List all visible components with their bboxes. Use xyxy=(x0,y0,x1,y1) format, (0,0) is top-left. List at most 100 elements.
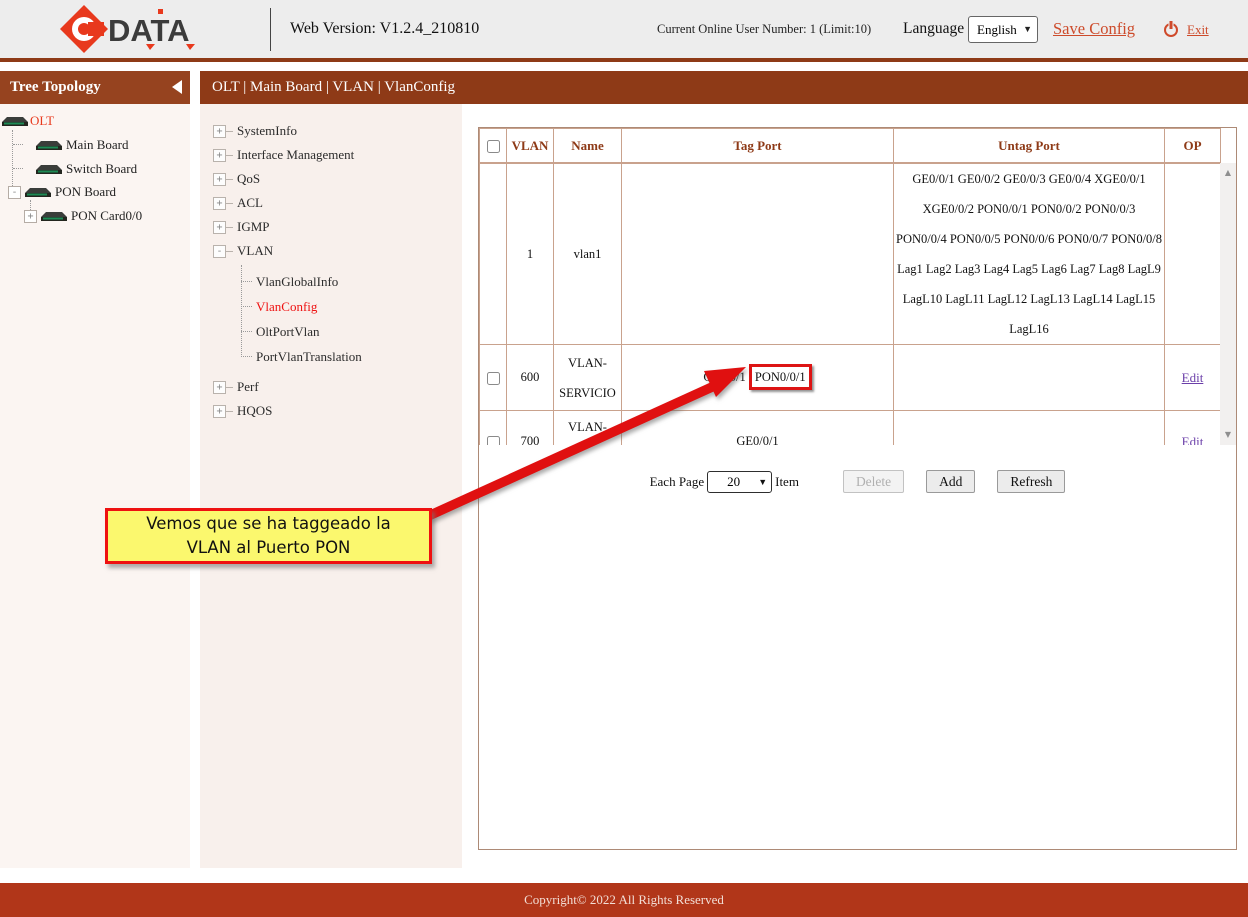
device-icon xyxy=(41,210,67,223)
tree-item-label: Main Board xyxy=(66,137,128,153)
menu-item-vlanconfig[interactable]: VlanConfig xyxy=(241,294,462,319)
footer-bar: Copyright© 2022 All Rights Reserved xyxy=(0,883,1248,917)
tree-item-olt[interactable]: OLT xyxy=(2,113,54,129)
menu-item-portvlantranslation[interactable]: PortVlanTranslation xyxy=(241,344,462,369)
tag-port-cell xyxy=(622,164,894,345)
page-size-select[interactable]: 20 xyxy=(707,471,772,493)
exit-link[interactable]: Exit xyxy=(1187,0,1209,58)
menu-item-vlan[interactable]: - VLAN xyxy=(200,239,462,263)
tree-item-pon-board[interactable]: - PON Board xyxy=(8,184,116,200)
expander-plus-icon[interactable]: + xyxy=(213,405,226,418)
annotation-note-line2: VLAN al Puerto PON xyxy=(108,536,429,560)
tree-item-label: OLT xyxy=(30,113,54,129)
expander-minus-icon[interactable]: - xyxy=(213,245,226,258)
tree-connector-dash xyxy=(13,168,23,169)
menu-item-igmp[interactable]: + IGMP xyxy=(200,215,462,239)
menu-dash xyxy=(226,411,233,412)
vlan-table-body: 1 vlan1 GE0/0/1 GE0/0/2 GE0/0/3 GE0/0/4 … xyxy=(479,163,1236,445)
menu-item-vlanglobalinfo[interactable]: VlanGlobalInfo xyxy=(241,269,462,294)
expander-plus-icon[interactable]: + xyxy=(213,173,226,186)
edit-link[interactable]: Edit xyxy=(1182,370,1204,385)
menu-item-perf[interactable]: + Perf xyxy=(200,375,462,399)
header-accent-line xyxy=(0,58,1248,62)
copyright-text: Copyright© 2022 All Rights Reserved xyxy=(0,883,1248,917)
untag-port-cell xyxy=(894,411,1165,446)
device-icon xyxy=(2,115,28,128)
menu-item-acl[interactable]: + ACL xyxy=(200,191,462,215)
save-config-link[interactable]: Save Config xyxy=(1053,0,1135,58)
olt-web-ui: { "header": { "logo_text": "DATA", "web_… xyxy=(0,0,1248,917)
vlan-table-header: VLAN Name Tag Port Untag Port OP xyxy=(479,128,1221,163)
device-icon xyxy=(36,139,62,152)
table-row-vlan1: 1 vlan1 GE0/0/1 GE0/0/2 GE0/0/3 GE0/0/4 … xyxy=(480,164,1221,345)
tree-item-label: PON Board xyxy=(55,184,116,200)
scroll-up-icon[interactable] xyxy=(1220,165,1236,181)
menu-item-interface-management[interactable]: + Interface Management xyxy=(200,143,462,167)
col-header-op: OP xyxy=(1165,129,1221,163)
menu-dash xyxy=(226,251,233,252)
menu-item-hqos[interactable]: + HQOS xyxy=(200,399,462,423)
row-select-checkbox[interactable] xyxy=(487,436,500,445)
add-button[interactable]: Add xyxy=(926,470,975,493)
collapse-panel-icon[interactable] xyxy=(172,80,182,94)
pon-port-highlight-box: PON0/0/1 xyxy=(749,364,812,390)
menu-item-oltportvlan[interactable]: OltPortVlan xyxy=(241,319,462,344)
select-all-cell xyxy=(480,129,507,163)
vlan-id-cell: 700 xyxy=(507,411,554,446)
tree-connector-line xyxy=(12,130,13,192)
expander-plus-icon[interactable]: + xyxy=(213,197,226,210)
vlan-name-cell: VLAN-GESTION xyxy=(554,411,622,446)
row-select-cell xyxy=(480,411,507,446)
op-cell: Edit xyxy=(1165,411,1221,446)
untag-port-cell xyxy=(894,345,1165,411)
tag-port-cell: GE0/0/1 xyxy=(622,411,894,446)
table-row-vlan600: 600 VLAN-SERVICIO GE0/0/1 PON0/0/1 Edit xyxy=(480,345,1221,411)
power-icon[interactable] xyxy=(1164,23,1178,37)
delete-button[interactable]: Delete xyxy=(843,470,904,493)
menu-dash xyxy=(226,179,233,180)
online-users-text: Current Online User Number: 1 (Limit:10) xyxy=(657,0,871,58)
language-select[interactable]: English xyxy=(968,16,1038,43)
svg-text:DATA: DATA xyxy=(108,13,190,48)
table-row-vlan700: 700 VLAN-GESTION GE0/0/1 Edit xyxy=(480,411,1221,446)
table-scrollbar[interactable] xyxy=(1220,163,1236,445)
item-label: Item xyxy=(775,474,799,490)
tag-port-cell: GE0/0/1 PON0/0/1 xyxy=(622,345,894,411)
each-page-label: Each Page xyxy=(650,474,705,490)
expander-plus-icon[interactable]: + xyxy=(213,381,226,394)
row-select-checkbox[interactable] xyxy=(487,372,500,385)
device-icon xyxy=(25,186,51,199)
expander-plus-icon[interactable]: + xyxy=(213,125,226,138)
vlan-submenu: VlanGlobalInfo VlanConfig OltPortVlan Po… xyxy=(241,269,462,369)
row-select-cell xyxy=(480,345,507,411)
col-header-untag-port: Untag Port xyxy=(894,129,1165,163)
tree-connector-dash xyxy=(13,144,23,145)
menu-dash xyxy=(226,387,233,388)
expander-plus-icon[interactable]: + xyxy=(213,221,226,234)
vlan-name-cell: VLAN-SERVICIO xyxy=(554,345,622,411)
table-controls: Each Page 20 Item Delete Add Refresh xyxy=(479,470,1236,493)
expander-plus-icon[interactable]: + xyxy=(213,149,226,162)
tree-item-switch-board[interactable]: Switch Board xyxy=(36,161,137,177)
annotation-note-line1: Vemos que se ha taggeado la xyxy=(108,512,429,536)
annotation-note: Vemos que se ha taggeado la VLAN al Puer… xyxy=(105,508,432,564)
menu-dash xyxy=(226,155,233,156)
header-divider xyxy=(270,8,271,51)
tree-topology-panel: OLT Main Board Switch Board - PON Board … xyxy=(0,104,190,868)
tree-expander-icon[interactable]: + xyxy=(24,210,37,223)
menu-item-qos[interactable]: + QoS xyxy=(200,167,462,191)
edit-link[interactable]: Edit xyxy=(1182,434,1204,446)
col-header-tag-port: Tag Port xyxy=(622,129,894,163)
menu-dash xyxy=(226,227,233,228)
menu-dash xyxy=(226,131,233,132)
tree-expander-icon[interactable]: - xyxy=(8,186,21,199)
tree-item-main-board[interactable]: Main Board xyxy=(36,137,128,153)
menu-item-systeminfo[interactable]: + SystemInfo xyxy=(200,119,462,143)
function-menu-panel: + SystemInfo + Interface Management + Qo… xyxy=(200,104,462,868)
refresh-button[interactable]: Refresh xyxy=(997,470,1065,493)
tree-item-pon-card[interactable]: + PON Card0/0 xyxy=(24,208,142,224)
cdata-logo: DATA xyxy=(58,3,203,60)
scroll-down-icon[interactable] xyxy=(1220,427,1236,443)
vlan-id-cell: 600 xyxy=(507,345,554,411)
select-all-checkbox[interactable] xyxy=(487,140,500,153)
